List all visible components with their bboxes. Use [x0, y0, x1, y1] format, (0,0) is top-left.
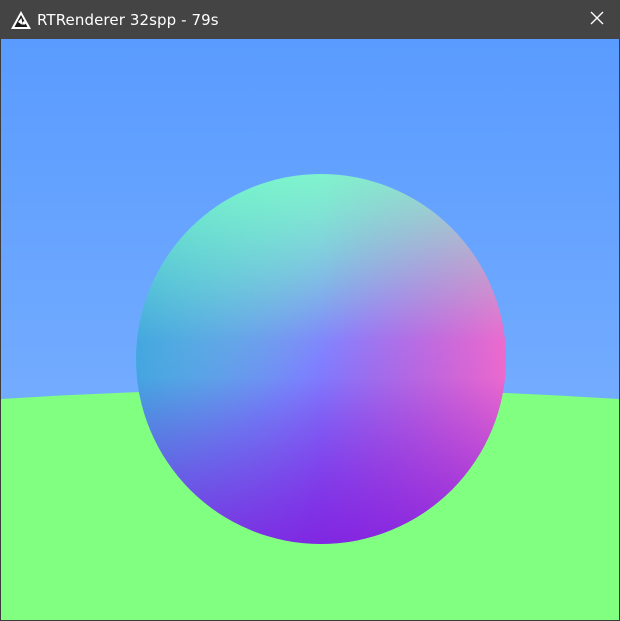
- sphere: [136, 174, 506, 544]
- close-icon: [590, 10, 604, 29]
- window-title: RTRenderer 32spp - 79s: [37, 11, 219, 29]
- rendered-scene: [1, 39, 619, 620]
- triangle-logo-icon: [10, 9, 32, 31]
- close-button[interactable]: [574, 0, 620, 39]
- title-bar[interactable]: RTRenderer 32spp - 79s: [0, 0, 620, 39]
- app-window: RTRenderer 32spp - 79s: [0, 0, 620, 621]
- render-viewport: [1, 39, 619, 620]
